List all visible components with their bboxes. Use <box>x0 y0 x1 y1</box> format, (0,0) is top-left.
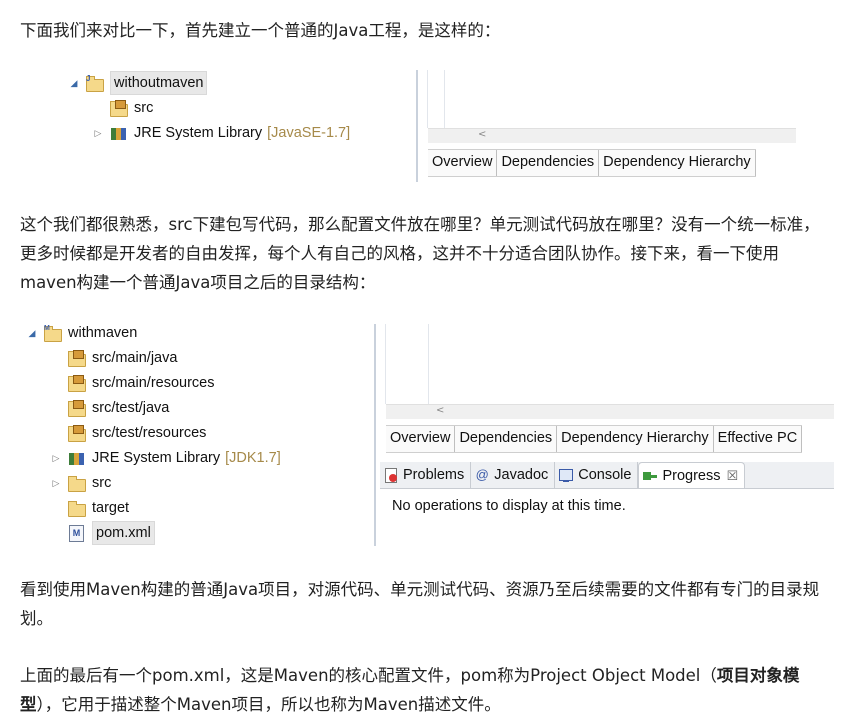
jre-version-label: [JavaSE-1.7] <box>267 125 351 141</box>
intro-paragraph: 下面我们来对比一下，首先建立一个普通的Java工程，是这样的： <box>20 21 501 40</box>
view-tab-progress-label: Progress <box>662 467 721 484</box>
tab-overview[interactable]: Overview <box>428 150 498 176</box>
tab-dependency-hierarchy[interactable]: Dependency Hierarchy <box>599 150 756 176</box>
tree-item-jre-library[interactable]: JRE System Library <box>92 447 220 469</box>
pom-editor-panel-1: < Overview Dependencies Dependency Hiera… <box>416 70 796 182</box>
tree-item-src[interactable]: src <box>134 97 153 119</box>
folder-icon <box>68 475 86 492</box>
pom-editor-panel-2: < Overview Dependencies Dependency Hiera… <box>374 324 834 546</box>
progress-message: No operations to display at this time. <box>392 498 626 514</box>
tree-item-src-folder[interactable]: src <box>92 472 111 494</box>
tab-dependency-hierarchy[interactable]: Dependency Hierarchy <box>557 426 714 452</box>
horizontal-scrollbar[interactable]: < <box>386 404 834 419</box>
collapsed-arrow-icon[interactable]: ▷ <box>50 472 62 494</box>
view-tab-console-label: Console <box>578 467 632 483</box>
tab-dependencies[interactable]: Dependencies <box>455 426 558 452</box>
expanded-arrow-icon[interactable]: ◢ <box>68 72 80 94</box>
expanded-arrow-icon[interactable]: ◢ <box>26 322 38 344</box>
javadoc-icon: @ <box>475 467 489 482</box>
view-tab-console[interactable]: Console <box>555 462 639 488</box>
library-icon <box>68 450 86 466</box>
tab-overview[interactable]: Overview <box>386 426 456 452</box>
scroll-left-icon[interactable]: < <box>478 129 486 140</box>
tree-item-target[interactable]: target <box>92 497 129 519</box>
project-tree-with-maven: ◢ M withmaven src/main/java src/main/res… <box>26 322 376 547</box>
collapsed-arrow-icon[interactable]: ▷ <box>92 122 104 144</box>
pom-paragraph-text-2: ），它用于描述整个Maven项目，所以也称为Maven描述文件。 <box>36 695 501 714</box>
maven-structure-paragraph: 看到使用Maven构建的普通Java项目，对源代码、单元测试代码、资源乃至后续需… <box>20 580 820 628</box>
source-folder-icon <box>68 375 86 392</box>
folder-icon <box>68 500 86 517</box>
tree-item-pom-xml[interactable]: pom.xml <box>92 521 155 545</box>
source-folder-icon <box>110 100 128 117</box>
comparison-paragraph: 这个我们都很熟悉，src下建包写代码，那么配置文件放在哪里？单元测试代码放在哪里… <box>20 215 820 292</box>
tab-dependencies[interactable]: Dependencies <box>497 150 600 176</box>
tree-item-src-test-resources[interactable]: src/test/resources <box>92 422 206 444</box>
pom-file-icon: M <box>68 525 86 542</box>
project-tree-without-maven: ◢ J withoutmaven src ▷ JRE System Librar… <box>68 71 398 152</box>
source-folder-icon <box>68 425 86 442</box>
source-folder-icon <box>68 350 86 367</box>
view-tab-problems[interactable]: Problems <box>380 462 472 488</box>
collapsed-arrow-icon[interactable]: ▷ <box>50 447 62 469</box>
view-tab-javadoc[interactable]: @ Javadoc <box>471 462 556 488</box>
view-tab-progress[interactable]: Progress ☒ <box>638 462 746 488</box>
close-view-icon[interactable]: ☒ <box>727 468 739 484</box>
pom-paragraph: 上面的最后有一个pom.xml，这是Maven的核心配置文件，pom称为Proj… <box>20 661 832 719</box>
tab-effective-pom[interactable]: Effective PC <box>713 426 803 452</box>
tree-item-src-main-resources[interactable]: src/main/resources <box>92 372 214 394</box>
pom-paragraph-text-1: 上面的最后有一个pom.xml，这是Maven的核心配置文件，pom称为Proj… <box>20 666 717 685</box>
project-name[interactable]: withoutmaven <box>110 71 208 95</box>
progress-icon <box>643 469 658 483</box>
tree-item-src-test-java[interactable]: src/test/java <box>92 397 169 419</box>
tree-item-src-main-java[interactable]: src/main/java <box>92 347 177 369</box>
console-icon <box>559 468 574 482</box>
maven-project-icon: M <box>44 325 62 342</box>
project-name[interactable]: withmaven <box>68 322 137 344</box>
view-tab-problems-label: Problems <box>403 467 465 483</box>
horizontal-scrollbar[interactable]: < <box>428 128 796 143</box>
source-folder-icon <box>68 400 86 417</box>
library-icon <box>110 125 128 141</box>
view-tab-javadoc-label: Javadoc <box>494 467 549 483</box>
problems-icon <box>384 468 398 483</box>
java-project-icon: J <box>86 75 104 92</box>
jre-version-label: [JDK1.7] <box>225 450 281 466</box>
scroll-left-icon[interactable]: < <box>436 405 444 416</box>
tree-item-jre-library[interactable]: JRE System Library <box>134 122 262 144</box>
